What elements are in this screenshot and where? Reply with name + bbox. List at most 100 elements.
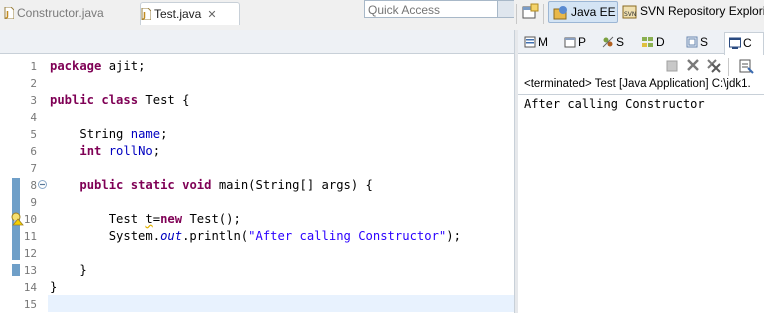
data-source-icon: [642, 37, 653, 47]
line-number: 9: [30, 196, 37, 209]
code-token: t: [145, 212, 153, 226]
clear-console-button[interactable]: [738, 58, 754, 77]
console-status-label: <terminated> Test [Java Application] C:\…: [524, 78, 751, 90]
code-token: public: [50, 93, 95, 107]
snippets-icon: [686, 36, 698, 48]
code-line[interactable]: }: [50, 263, 87, 277]
code-token: int: [79, 144, 102, 158]
line-number: 7: [30, 162, 37, 175]
code-token: ;: [160, 127, 168, 141]
tab-test-java[interactable]: J Test.java ✕: [140, 2, 240, 25]
line-number: 13: [23, 264, 37, 277]
line-number: 2: [30, 77, 37, 90]
code-token: }: [79, 263, 87, 277]
remove-all-terminated-button[interactable]: [706, 58, 722, 77]
java-ee-icon: [553, 6, 567, 20]
close-tab-icon[interactable]: ✕: [207, 9, 216, 21]
tab-constructor-java[interactable]: J Constructor.java: [4, 0, 134, 24]
view-tab-bar: M P S D S C: [518, 30, 764, 55]
annotation-ruler: [0, 58, 12, 313]
code-token: String: [79, 127, 124, 141]
code-token: Test();: [189, 212, 241, 226]
quick-access-border: [498, 0, 514, 18]
code-token: ;: [152, 144, 161, 158]
perspective-svn-repository[interactable]: SVN SVN Repository Exploring: [620, 1, 764, 23]
clear-console-icon: [739, 59, 754, 74]
java-file-icon: J: [141, 8, 151, 20]
warning-lightbulb-icon[interactable]: [10, 212, 24, 226]
code-token: out: [160, 229, 183, 243]
collapse-fold-icon[interactable]: [38, 180, 47, 189]
line-number: 15: [23, 298, 37, 311]
svg-text:J: J: [5, 10, 9, 19]
remove-icon: [687, 59, 699, 71]
code-token: Test {: [145, 93, 190, 107]
line-number: 6: [30, 145, 37, 158]
toolbar-separator: [543, 4, 544, 24]
code-token: =: [152, 212, 161, 226]
svn-icon: SVN: [622, 5, 637, 19]
tab-label: S: [616, 35, 625, 49]
line-number: 14: [23, 281, 37, 294]
tab-console[interactable]: C: [724, 32, 764, 55]
quick-access-input[interactable]: [364, 0, 498, 18]
tab-snippets[interactable]: S: [686, 30, 708, 54]
code-line[interactable]: public class Test {: [50, 93, 189, 107]
code-token: ajit;: [108, 59, 146, 73]
code-token: main(String[] args) {: [218, 178, 373, 192]
code-token: );: [446, 229, 461, 243]
perspective-label: SVN Repository Exploring: [640, 4, 764, 18]
line-number: 8: [30, 179, 37, 192]
open-perspective-icon: [522, 3, 539, 19]
java-file-icon: J: [4, 7, 14, 19]
line-number: 1: [30, 60, 37, 73]
code-token: Test: [108, 212, 139, 226]
perspective-label: Java EE: [571, 5, 616, 19]
console-output-text[interactable]: After calling Constructor: [524, 97, 705, 111]
remove-launch-button[interactable]: [686, 58, 700, 75]
svg-text:SVN: SVN: [624, 11, 636, 18]
tab-properties[interactable]: P: [564, 30, 586, 54]
line-number: 3: [30, 94, 37, 107]
tab-label: D: [656, 35, 665, 49]
code-token: "After calling Constructor": [248, 229, 447, 243]
toolbar-separator: [516, 4, 517, 24]
console-header-divider: [518, 94, 764, 95]
tab-label: S: [700, 35, 709, 49]
line-number: 12: [23, 247, 37, 260]
console-icon: [729, 37, 741, 49]
code-line[interactable]: Test t=new Test();: [50, 212, 241, 226]
markers-icon: [524, 36, 536, 48]
code-line[interactable]: System.out.println("After calling Constr…: [50, 229, 461, 243]
code-line[interactable]: String name;: [50, 127, 167, 141]
perspective-java-ee[interactable]: Java EE: [548, 1, 618, 23]
tab-label: Constructor.java: [17, 6, 104, 20]
code-token: new: [160, 212, 183, 226]
servers-icon: [602, 36, 614, 48]
code-token: class: [101, 93, 139, 107]
code-line[interactable]: public static void main(String[] args) {: [50, 178, 373, 192]
current-line-highlight: [48, 295, 514, 312]
terminate-button[interactable]: [666, 60, 678, 75]
code-token: rollNo: [108, 144, 153, 158]
line-number: 11: [23, 230, 37, 243]
code-token: }: [50, 280, 58, 294]
tab-data-source[interactable]: D: [642, 30, 665, 54]
remove-all-icon: [707, 59, 721, 73]
tab-markers[interactable]: M: [524, 30, 548, 54]
code-line[interactable]: package ajit;: [50, 59, 145, 73]
code-line[interactable]: }: [50, 280, 57, 294]
tab-servers[interactable]: S: [602, 30, 624, 54]
line-number: 5: [30, 128, 37, 141]
line-number: 4: [30, 111, 37, 124]
editor-tab-bar: [0, 30, 514, 54]
code-token: static: [130, 178, 175, 192]
svg-text:J: J: [142, 11, 146, 20]
code-line[interactable]: int rollNo;: [50, 144, 160, 158]
properties-icon: [564, 37, 576, 48]
code-token: System.: [108, 229, 161, 243]
tab-label: Test.java: [154, 7, 202, 21]
code-token: void: [182, 178, 212, 192]
code-token: public: [79, 178, 124, 192]
open-perspective-button[interactable]: [520, 3, 540, 23]
